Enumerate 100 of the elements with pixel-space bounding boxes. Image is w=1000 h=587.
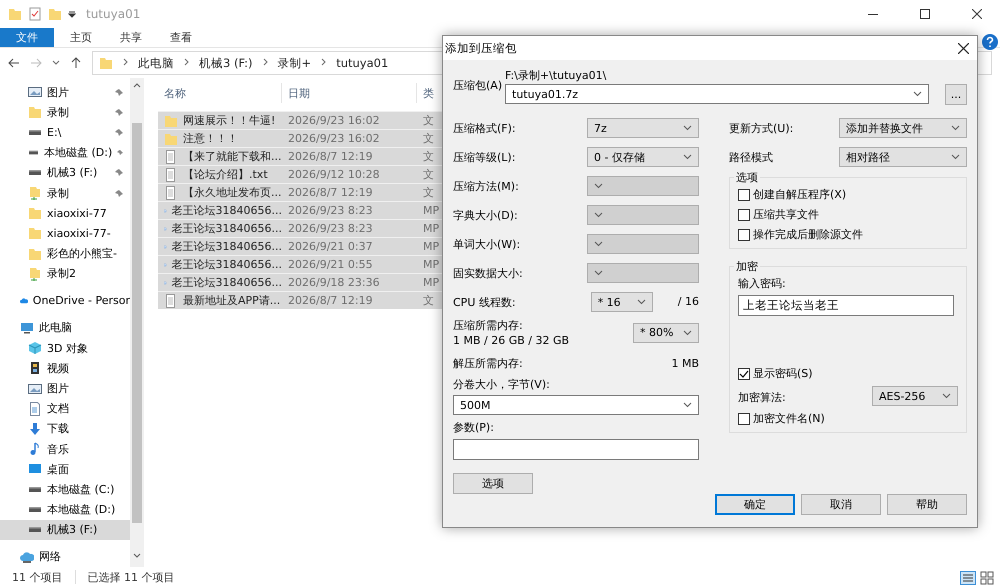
checkbox-label: 操作完成后删除源文件: [753, 227, 863, 242]
folder-icon: [28, 266, 42, 281]
nav-item[interactable]: 图片: [0, 82, 130, 102]
select-dropdown[interactable]: AES-256: [872, 386, 958, 406]
file-type: MP: [423, 276, 440, 289]
nav-item[interactable]: 下载: [0, 418, 130, 439]
file-name: 最新地址及APP请...: [183, 293, 280, 308]
nav-item[interactable]: 本地磁盘 (D:): [0, 142, 130, 163]
group-title: 选项: [735, 170, 759, 185]
file-name: 老王论坛31840656...: [172, 275, 282, 290]
nav-item[interactable]: 图片: [0, 378, 130, 399]
file-name: 老王论坛31840656...: [172, 239, 282, 254]
drive-icon: [29, 150, 38, 156]
thread-total: / 16: [678, 294, 699, 308]
nav-item[interactable]: 此电脑: [0, 318, 130, 338]
folder-icon: [28, 246, 42, 261]
file-type: MP: [423, 222, 440, 235]
file-name: 【永久地址发布页...: [183, 185, 282, 200]
scroll-down-icon[interactable]: [133, 553, 141, 559]
file-type: MP: [423, 240, 440, 253]
options-button[interactable]: 选项: [453, 473, 533, 494]
file-date: 2026/9/21 0:55: [288, 258, 373, 271]
back-arrow-icon[interactable]: [8, 57, 20, 69]
chevron-down-icon[interactable]: [52, 59, 60, 67]
nav-item[interactable]: 视频: [0, 358, 130, 378]
close-icon[interactable]: [958, 42, 969, 54]
nav-item[interactable]: 录制2: [0, 264, 130, 284]
select-dropdown[interactable]: * 80%: [633, 322, 699, 342]
select-dropdown[interactable]: * 16: [590, 292, 653, 312]
file-type: 文: [423, 185, 434, 200]
nav-item[interactable]: 录制: [0, 102, 130, 122]
breadcrumb-item[interactable]: 机械3 (F:): [199, 56, 253, 70]
password-field[interactable]: 上老王论坛当老王: [738, 295, 954, 316]
archive-name-combo[interactable]: tutuya01.7z: [505, 84, 929, 104]
breadcrumb-item[interactable]: 录制+: [278, 56, 312, 70]
breadcrumb-item[interactable]: 此电脑: [138, 56, 174, 70]
nav-item[interactable]: 桌面: [0, 459, 130, 480]
checkbox[interactable]: [738, 188, 750, 200]
tiles-view-icon[interactable]: [980, 571, 994, 585]
checkbox-label: 加密文件名(N): [753, 411, 825, 426]
dialog-button[interactable]: 帮助: [887, 494, 967, 515]
nav-item[interactable]: E:\: [0, 122, 130, 143]
volume-size-combo[interactable]: 500M: [453, 395, 699, 415]
nav-item[interactable]: 网络: [0, 546, 130, 567]
pin-icon[interactable]: [115, 188, 124, 198]
select-dropdown[interactable]: 7z: [587, 118, 699, 138]
details-view-icon[interactable]: [960, 571, 976, 585]
scrollbar[interactable]: [130, 78, 144, 567]
chevron-down-icon: [942, 393, 951, 399]
file-date: 2026/9/12 10:28: [288, 168, 380, 181]
maximize-icon[interactable]: [920, 9, 930, 19]
pin-icon[interactable]: [117, 148, 124, 158]
file-name: 老王论坛31840656...: [172, 203, 282, 218]
dialog-button[interactable]: 取消: [801, 494, 881, 515]
dialog-button[interactable]: 确定: [715, 494, 795, 515]
checklist-icon[interactable]: [28, 7, 42, 21]
file-date: 2026/8/7 12:19: [288, 150, 373, 163]
checkbox-label: 显示密码(S): [753, 366, 813, 381]
chevron-down-icon: [683, 125, 692, 131]
column-header[interactable]: 日期: [282, 83, 417, 103]
nav-item[interactable]: 本地磁盘 (D:): [0, 500, 130, 520]
select-dropdown[interactable]: 相对路径: [839, 147, 967, 167]
field-label: 压缩包(A): [453, 78, 499, 93]
dropdown-caret-icon[interactable]: [68, 10, 76, 18]
chevron-down-icon: [594, 212, 603, 218]
parameters-field[interactable]: [453, 439, 699, 460]
nav-item[interactable]: OneDrive - Persor: [0, 290, 130, 311]
nav-item[interactable]: 文档: [0, 398, 130, 419]
field-label: 解压所需内存:: [453, 356, 523, 370]
scroll-up-icon[interactable]: [133, 82, 141, 88]
nav-item[interactable]: 音乐: [0, 438, 130, 460]
nav-item[interactable]: 机械3 (F:): [0, 520, 130, 540]
help-icon[interactable]: [982, 34, 998, 50]
chevron-down-icon: [594, 183, 603, 189]
column-header[interactable]: 名称: [158, 83, 282, 103]
nav-item[interactable]: 彩色的小熊宝-: [0, 244, 130, 264]
nav-item[interactable]: 录制: [0, 182, 130, 204]
checkbox[interactable]: [738, 228, 750, 240]
select-dropdown[interactable]: 0 - 仅存储: [587, 147, 699, 167]
breadcrumb-item[interactable]: tutuya01: [336, 56, 388, 70]
folder-icon: [8, 7, 22, 21]
browse-button[interactable]: ...: [945, 84, 967, 105]
pin-icon[interactable]: [115, 108, 124, 117]
ribbon-tab[interactable]: 文件: [0, 28, 54, 47]
pin-icon[interactable]: [115, 128, 124, 137]
up-arrow-icon[interactable]: [70, 57, 82, 69]
nav-item[interactable]: xiaoxixi-77-: [0, 223, 130, 244]
nav-item[interactable]: 3D 对象: [0, 338, 130, 358]
nav-item[interactable]: 机械3 (F:): [0, 162, 130, 183]
checkbox[interactable]: [738, 208, 750, 220]
pin-icon[interactable]: [115, 88, 124, 97]
checkbox[interactable]: [738, 368, 750, 380]
close-icon[interactable]: [972, 9, 982, 19]
pin-icon[interactable]: [115, 168, 124, 178]
memory-value: 1 MB: [671, 356, 699, 370]
select-dropdown[interactable]: 添加并替换文件: [839, 118, 967, 138]
checkbox[interactable]: [738, 412, 750, 424]
nav-item[interactable]: xiaoxixi-77: [0, 203, 130, 224]
nav-item[interactable]: 本地磁盘 (C:): [0, 479, 130, 500]
chevron-down-icon: [913, 91, 922, 97]
